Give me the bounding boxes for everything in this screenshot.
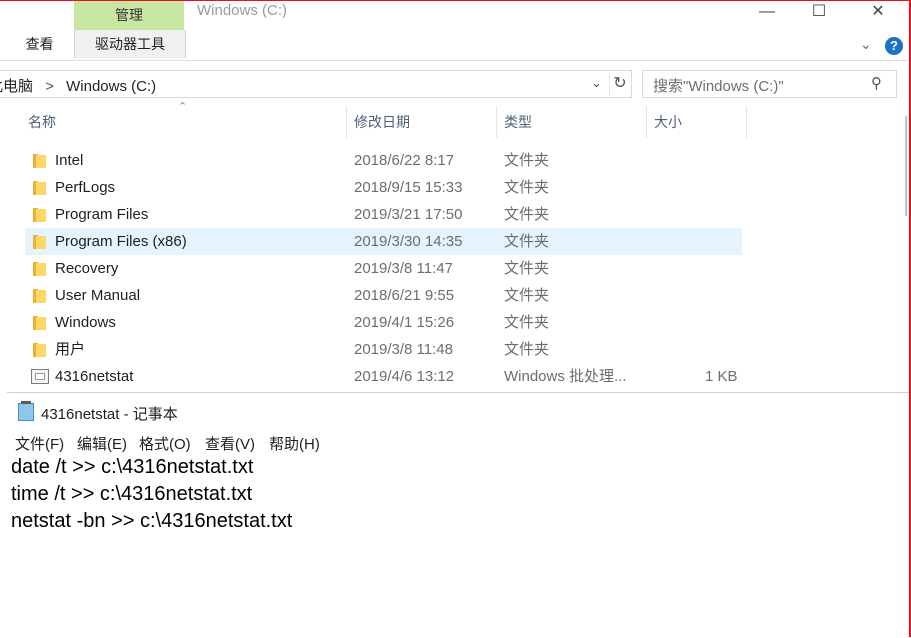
notepad-window: 4316netstat - 记事本 文件(F) 编辑(E) 格式(O) 查看(V…: [7, 392, 909, 638]
notepad-icon: [18, 401, 34, 421]
folder-icon: [33, 316, 47, 330]
file-row[interactable]: Recovery 2019/3/8 11:47 文件夹: [25, 255, 742, 282]
file-name: User Manual: [55, 287, 141, 304]
notepad-title: 4316netstat - 记事本: [41, 406, 178, 423]
folder-icon: [33, 262, 47, 276]
maximize-button[interactable]: ☐: [797, 0, 841, 26]
column-divider[interactable]: [346, 106, 347, 138]
file-name: PerfLogs: [55, 179, 116, 196]
scrollbar-thumb[interactable]: [905, 116, 907, 216]
file-type: 文件夹: [504, 287, 550, 304]
folder-icon: [33, 208, 47, 222]
column-divider[interactable]: [746, 106, 747, 138]
file-type: 文件夹: [504, 260, 550, 277]
file-row-selected[interactable]: Program Files (x86) 2019/3/30 14:35 文件夹: [25, 228, 742, 255]
search-placeholder: 搜索"Windows (C:)": [653, 78, 784, 95]
window-border-top: [0, 0, 911, 1]
file-row[interactable]: 用户 2019/3/8 11:48 文件夹: [25, 336, 742, 363]
folder-icon: [33, 154, 47, 168]
file-date: 2019/3/8 11:47: [354, 260, 453, 277]
address-bar[interactable]: 此电脑 > Windows (C:) ⌄ ↻: [0, 70, 632, 98]
address-dropdown-chevron-icon[interactable]: ⌄: [591, 75, 602, 91]
menu-edit[interactable]: 编辑(E): [77, 433, 127, 454]
minimize-icon: —: [759, 3, 775, 20]
file-type: 文件夹: [504, 233, 550, 250]
file-date: 2019/4/6 13:12: [354, 368, 455, 385]
file-type: 文件夹: [504, 341, 550, 358]
folder-icon: [33, 181, 47, 195]
column-divider[interactable]: [646, 106, 647, 138]
column-header-size[interactable]: 大小: [654, 106, 682, 138]
sort-ascending-icon: ⌃: [178, 101, 188, 113]
text-line: netstat -bn >> c:\4316netstat.txt: [11, 510, 293, 532]
file-date: 2019/3/30 14:35: [354, 233, 463, 250]
file-date: 2018/6/22 8:17: [354, 152, 455, 169]
text-line: time /t >> c:\4316netstat.txt: [11, 483, 253, 505]
file-name: Program Files: [55, 206, 149, 223]
file-date: 2019/4/1 15:26: [354, 314, 455, 331]
column-divider[interactable]: [496, 106, 497, 138]
folder-icon: [33, 343, 47, 357]
breadcrumb-separator-icon[interactable]: >: [45, 78, 54, 95]
file-name: 用户: [55, 341, 86, 358]
file-name: 4316netstat: [55, 368, 134, 385]
file-row[interactable]: Program Files 2019/3/21 17:50 文件夹: [25, 201, 742, 228]
file-name: Intel: [55, 152, 84, 169]
close-button[interactable]: ✕: [856, 0, 900, 26]
file-type: Windows 批处理...: [504, 368, 627, 385]
file-date: 2018/6/21 9:55: [354, 287, 455, 304]
menu-view[interactable]: 查看(V): [205, 433, 255, 454]
file-row[interactable]: User Manual 2018/6/21 9:55 文件夹: [25, 282, 742, 309]
file-row[interactable]: 4316netstat 2019/4/6 13:12 Windows 批处理..…: [25, 363, 742, 390]
help-icon[interactable]: ?: [885, 37, 903, 55]
file-date: 2018/9/15 15:33: [354, 179, 463, 196]
file-row[interactable]: PerfLogs 2018/9/15 15:33 文件夹: [25, 174, 742, 201]
notepad-text-area[interactable]: date /t >> c:\4316netstat.txt time /t >>…: [7, 455, 909, 638]
folder-icon: [33, 235, 47, 249]
close-icon: ✕: [871, 3, 885, 20]
column-header-name[interactable]: 名称: [28, 106, 56, 138]
file-date: 2019/3/8 11:48: [354, 341, 453, 358]
menu-file[interactable]: 文件(F): [15, 433, 64, 454]
search-icon[interactable]: ⚲: [871, 74, 882, 92]
file-type: 文件夹: [504, 206, 550, 223]
tab-view[interactable]: 查看: [12, 30, 67, 58]
text-line: date /t >> c:\4316netstat.txt: [11, 456, 254, 478]
file-name: Recovery: [55, 260, 119, 277]
file-size: 1 KB: [705, 368, 738, 385]
file-type: 文件夹: [504, 152, 550, 169]
breadcrumb-drive[interactable]: Windows (C:): [66, 78, 156, 95]
file-name: Program Files (x86): [55, 233, 187, 250]
breadcrumb-this-pc[interactable]: 此电脑: [0, 78, 33, 95]
tab-drive-tools[interactable]: 驱动器工具: [74, 30, 186, 58]
menu-format[interactable]: 格式(O): [139, 433, 191, 454]
tab-manage[interactable]: 管理: [74, 0, 184, 30]
column-header-date[interactable]: 修改日期: [354, 106, 410, 138]
ribbon-divider: [0, 60, 909, 61]
window-title: Windows (C:): [197, 2, 288, 19]
file-type: 文件夹: [504, 179, 550, 196]
notepad-menubar: 文件(F) 编辑(E) 格式(O) 查看(V) 帮助(H): [7, 431, 909, 455]
file-name: Windows: [55, 314, 116, 331]
breadcrumb: 此电脑 > Windows (C:): [0, 75, 156, 96]
ribbon-collapse-chevron-icon[interactable]: ⌄: [860, 36, 872, 53]
notepad-titlebar[interactable]: 4316netstat - 记事本: [7, 394, 909, 428]
file-date: 2019/3/21 17:50: [354, 206, 463, 223]
refresh-icon[interactable]: ↻: [609, 73, 630, 95]
batch-file-icon: [31, 369, 49, 384]
menu-help[interactable]: 帮助(H): [269, 433, 320, 454]
vertical-scrollbar[interactable]: [902, 106, 909, 386]
search-box[interactable]: 搜索"Windows (C:)" ⚲: [642, 70, 897, 98]
file-type: 文件夹: [504, 314, 550, 331]
file-row[interactable]: Intel 2018/6/22 8:17 文件夹: [25, 147, 742, 174]
folder-icon: [33, 289, 47, 303]
maximize-icon: ☐: [811, 3, 827, 20]
explorer-window: 管理 驱动器工具 查看 Windows (C:) — ☐ ✕ ⌄ ? 此电脑 >…: [0, 0, 911, 392]
file-row[interactable]: Windows 2019/4/1 15:26 文件夹: [25, 309, 742, 336]
column-header-type[interactable]: 类型: [504, 106, 532, 138]
minimize-button[interactable]: —: [745, 0, 789, 26]
